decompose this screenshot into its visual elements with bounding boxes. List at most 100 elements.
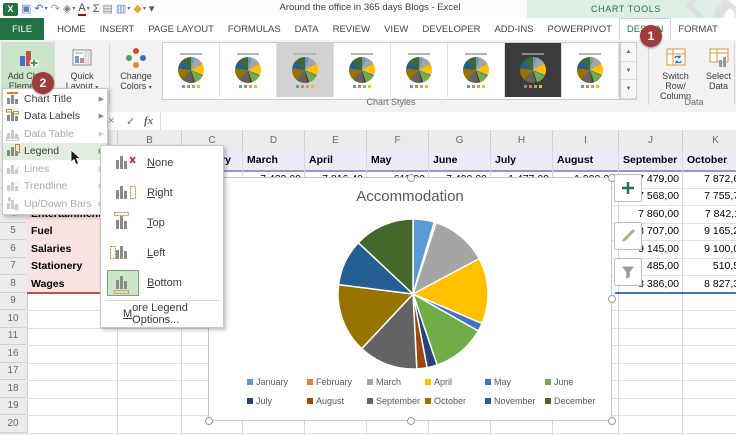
row-header-8[interactable]: 8 xyxy=(0,275,26,293)
chart-style-thumbnail[interactable] xyxy=(163,43,220,97)
gallery-scrollbar[interactable]: ▲ ▼ ▼ xyxy=(620,42,637,100)
pointer-icon[interactable]: ◈ ▾ xyxy=(63,1,75,17)
pie-chart-object[interactable]: Accommodation January February March April M… xyxy=(208,177,612,421)
chart-style-thumbnail[interactable] xyxy=(562,43,619,97)
legend-item-december[interactable]: December xyxy=(545,396,596,406)
pointer-icon-glyph: ◈ xyxy=(62,3,72,15)
tab-view[interactable]: VIEW xyxy=(377,18,415,40)
selection-handle[interactable] xyxy=(407,174,415,182)
column-header-F[interactable]: F xyxy=(367,130,429,150)
legend-label: March xyxy=(376,377,402,387)
legend-submenu: None Right Top Left Bottom More Legend Option… xyxy=(100,145,224,328)
tab-page-layout[interactable]: PAGE LAYOUT xyxy=(141,18,221,40)
legend-item-march[interactable]: March xyxy=(367,377,401,387)
chart-style-thumbnail[interactable] xyxy=(391,43,448,97)
column-header-H[interactable]: H xyxy=(491,130,553,150)
redo-icon[interactable]: ↷ xyxy=(51,1,60,17)
enter-icon[interactable]: ✓ xyxy=(126,112,135,130)
gallery-scroll-up-icon[interactable]: ▲ xyxy=(621,43,636,62)
chart-style-thumbnail[interactable] xyxy=(277,43,334,97)
row-header-17[interactable]: 17 xyxy=(0,363,26,380)
chart-filters-button[interactable] xyxy=(614,258,642,286)
copy-icon[interactable]: ▥ ▾ xyxy=(116,1,130,17)
legend-position-right[interactable]: Right xyxy=(101,178,223,208)
chart-style-thumbnail[interactable] xyxy=(505,43,562,97)
menu-item-data-labels[interactable]: Data Labels ▶ xyxy=(3,108,107,126)
tab-file[interactable]: FILE xyxy=(0,18,45,40)
menu-item-legend[interactable]: Legend▶ xyxy=(3,142,107,160)
undo-icon[interactable]: ↶ ▾ xyxy=(34,1,47,17)
legend-item-april[interactable]: April xyxy=(425,377,452,387)
tab-data[interactable]: DATA xyxy=(288,18,326,40)
row-header-20[interactable]: 20 xyxy=(0,415,26,433)
chart-style-thumbnail[interactable] xyxy=(334,43,391,97)
cancel-icon[interactable]: × xyxy=(108,112,114,130)
change-colors-button[interactable]: Change Colors ▾ xyxy=(112,42,160,106)
more-legend-options-item[interactable]: More Legend Options... xyxy=(101,302,223,326)
column-header-K[interactable]: K xyxy=(683,130,736,150)
menu-item-label: Data Labels xyxy=(24,110,81,123)
legend-item-may[interactable]: May xyxy=(485,377,511,387)
legend-position-bottom[interactable]: Bottom xyxy=(101,268,223,298)
tab-developer[interactable]: DEVELOPER xyxy=(415,18,487,40)
row-header-5[interactable]: 5 xyxy=(0,223,26,240)
selection-handle[interactable] xyxy=(608,417,616,425)
legend-marker xyxy=(307,398,313,404)
selection-handle[interactable] xyxy=(407,417,415,425)
row-header-6[interactable]: 6 xyxy=(0,240,26,258)
selection-handle[interactable] xyxy=(205,417,213,425)
row-header-7[interactable]: 7 xyxy=(0,258,26,275)
thumbnail-legend-dots xyxy=(239,84,257,88)
row-header-9[interactable]: 9 xyxy=(0,293,26,310)
paste-icon[interactable]: ▤ xyxy=(103,1,113,17)
legend-position-left[interactable]: Left xyxy=(101,238,223,268)
tab-review[interactable]: REVIEW xyxy=(326,18,377,40)
chart-elements-button[interactable] xyxy=(614,174,642,202)
legend-item-july[interactable]: July xyxy=(247,396,272,406)
legend-position-top[interactable]: Top xyxy=(101,208,223,238)
tab-format[interactable]: FORMAT xyxy=(671,18,724,40)
legend-item-january[interactable]: January xyxy=(247,377,288,387)
tab-home[interactable]: HOME xyxy=(50,18,93,40)
column-header-E[interactable]: E xyxy=(305,130,367,150)
gallery-more-icon[interactable]: ▼ xyxy=(621,80,636,100)
legend-dot xyxy=(420,84,423,88)
insert-function-icon[interactable]: fx xyxy=(144,112,153,130)
legend-dot xyxy=(415,84,418,88)
column-header-D[interactable]: D xyxy=(243,130,305,150)
legend-item-june[interactable]: June xyxy=(545,377,574,387)
autosum-icon[interactable]: Σ xyxy=(93,1,100,17)
save-icon[interactable]: ▣ xyxy=(21,1,31,17)
plus-icon xyxy=(622,182,634,194)
column-header-G[interactable]: G xyxy=(429,130,491,150)
row-header-11[interactable]: 11 xyxy=(0,328,26,345)
chart-legend[interactable]: January February March April May June July Augu… xyxy=(239,375,596,413)
tab-formulas[interactable]: FORMULAS xyxy=(221,18,288,40)
tab-insert[interactable]: INSERT xyxy=(93,18,142,40)
legend-item-october[interactable]: October xyxy=(425,396,466,406)
selection-handle[interactable] xyxy=(608,295,616,303)
font-color-icon[interactable]: A ▾ xyxy=(78,1,90,17)
cell-value: 510,53 xyxy=(712,260,736,273)
legend-item-february[interactable]: February xyxy=(307,377,352,387)
tab-add-ins[interactable]: ADD-INS xyxy=(487,18,540,40)
legend-marker xyxy=(545,398,551,404)
row-header-19[interactable]: 19 xyxy=(0,398,26,415)
row-header-10[interactable]: 10 xyxy=(0,310,26,328)
chart-styles-button[interactable] xyxy=(614,222,642,250)
menu-item-chart-title[interactable]: Chart Title ▶ xyxy=(3,90,107,108)
formula-bar[interactable]: × ✓ fx xyxy=(0,112,736,131)
column-header-J[interactable]: J xyxy=(619,130,683,150)
chart-style-thumbnail[interactable] xyxy=(220,43,277,97)
legend-item-november[interactable]: November xyxy=(485,396,536,406)
row-header-16[interactable]: 16 xyxy=(0,345,26,363)
tab-powerpivot[interactable]: POWERPIVOT xyxy=(541,18,619,40)
row-header-18[interactable]: 18 xyxy=(0,380,26,398)
legend-position-none[interactable]: None xyxy=(101,148,223,178)
column-header-I[interactable]: I xyxy=(553,130,619,150)
gallery-scroll-down-icon[interactable]: ▼ xyxy=(621,62,636,81)
legend-item-september[interactable]: September xyxy=(367,396,420,406)
chart-style-thumbnail[interactable] xyxy=(448,43,505,97)
fill-color-icon[interactable]: ◆ ▾ xyxy=(133,1,145,17)
legend-item-august[interactable]: August xyxy=(307,396,344,406)
